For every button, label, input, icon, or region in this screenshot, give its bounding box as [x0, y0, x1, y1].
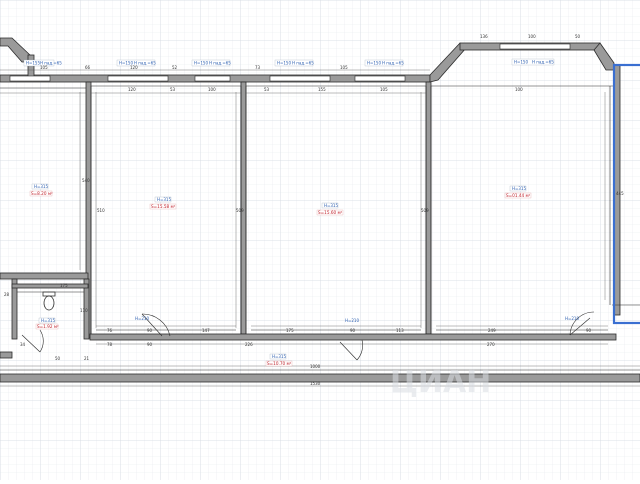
dim-top-3: 52	[172, 65, 178, 70]
label-h150-2: H=150	[194, 61, 208, 66]
dim-inner-5: 105	[380, 87, 388, 92]
dim-lower-3: 270	[487, 342, 495, 347]
dim-bottom-7: 90	[586, 328, 592, 333]
dim-vertical-2: 509	[236, 208, 244, 213]
dim-lower-0: 78	[107, 342, 113, 347]
label-hpad-5: H пад.=65	[382, 61, 404, 66]
dim-misc-0: 175	[60, 283, 68, 288]
window-3	[269, 75, 331, 82]
dim-vertical-0: 540	[82, 178, 90, 183]
label-door-h210-2: H=210	[345, 318, 359, 323]
window-1	[107, 75, 169, 82]
dim-bottom-6: 249	[488, 328, 496, 333]
room-5-height: H=315	[272, 354, 286, 359]
label-h150-3: H=150	[277, 61, 291, 66]
dim-top-0: 105	[40, 65, 48, 70]
dim-top-4: 73	[255, 65, 261, 70]
dim-inner-1: 53	[170, 87, 176, 92]
label-door-h210-1: H=210	[135, 316, 149, 321]
dim-top-1: 66	[85, 65, 91, 70]
room-2-area: S=15.60 м²	[318, 210, 343, 215]
wall-left-end	[0, 351, 13, 359]
label-door-h210-3: H=210	[565, 316, 579, 321]
dim-misc-7: 1000	[310, 364, 321, 369]
dim-top-6: 100	[528, 34, 536, 39]
dim-bottom-3: 175	[286, 328, 294, 333]
dim-vertical-4: 445	[616, 191, 624, 196]
label-hpad-6: H пад.=65	[532, 60, 554, 65]
floor-plan: H=155 H пад.=65 H=150 H пад.=65 H=150 H …	[0, 0, 640, 480]
label-hpad-3: H пад.=65	[209, 61, 231, 66]
window-2	[194, 75, 231, 82]
wall-inner-bottom	[89, 333, 617, 341]
dim-misc-5: 21	[84, 356, 90, 361]
watermark: ЦИАН	[390, 365, 491, 400]
room-0-height: H=315	[34, 184, 48, 189]
dim-misc-6: 1530	[310, 381, 321, 386]
dim-bottom-5: 113	[396, 328, 404, 333]
dim-inner-3: 53	[264, 87, 270, 92]
dim-bottom-4: 90	[350, 328, 356, 333]
dim-inner-0: 120	[128, 87, 136, 92]
dim-lower-1: 90	[147, 342, 153, 347]
window-6	[9, 75, 51, 82]
label-h150-5: H=150	[514, 60, 528, 65]
room-4-area: S=1.92 м²	[37, 324, 59, 329]
dim-lower-2: 226	[245, 342, 253, 347]
wall-left-bottom	[0, 272, 89, 280]
room-4-height: H=315	[41, 318, 55, 323]
floor-plan-canvas[interactable]: H=155 H пад.=65 H=150 H пад.=65 H=150 H …	[0, 0, 640, 480]
room-1-area: S=15.58 м²	[151, 204, 176, 209]
dim-misc-4: 50	[55, 356, 61, 361]
room-3-height: H=315	[512, 186, 526, 191]
wall-wc-top	[11, 283, 89, 289]
room-2-height: H=315	[324, 203, 338, 208]
dim-top-8: 136	[480, 34, 488, 39]
dim-misc-1: 110	[80, 308, 88, 313]
dim-bottom-2: 147	[202, 328, 210, 333]
room-0-area: S=8.20 м²	[31, 191, 53, 196]
room-3-area: S=01.44 м²	[506, 193, 531, 198]
room-1-height: H=315	[157, 197, 171, 202]
dim-misc-3: 34	[20, 342, 26, 347]
dim-bottom-1: 90	[147, 328, 153, 333]
dim-top-5: 105	[340, 65, 348, 70]
dim-top-7: 50	[575, 34, 581, 39]
dim-vertical-1: 510	[97, 208, 105, 213]
dim-inner-4: 155	[318, 87, 326, 92]
dim-inner-6: 100	[515, 87, 523, 92]
window-5	[499, 43, 571, 50]
label-hpad-4: H пад.=65	[292, 61, 314, 66]
label-h150-4: H=150	[367, 61, 381, 66]
label-h155: H=155	[26, 61, 40, 66]
dim-inner-2: 100	[208, 87, 216, 92]
dim-vertical-3: 509	[421, 208, 429, 213]
dim-misc-2: 28	[4, 292, 10, 297]
window-4	[354, 75, 406, 82]
dim-top-2: 120	[130, 65, 138, 70]
dim-bottom-0: 76	[107, 328, 113, 333]
room-5-area: S=10.70 м²	[267, 361, 292, 366]
